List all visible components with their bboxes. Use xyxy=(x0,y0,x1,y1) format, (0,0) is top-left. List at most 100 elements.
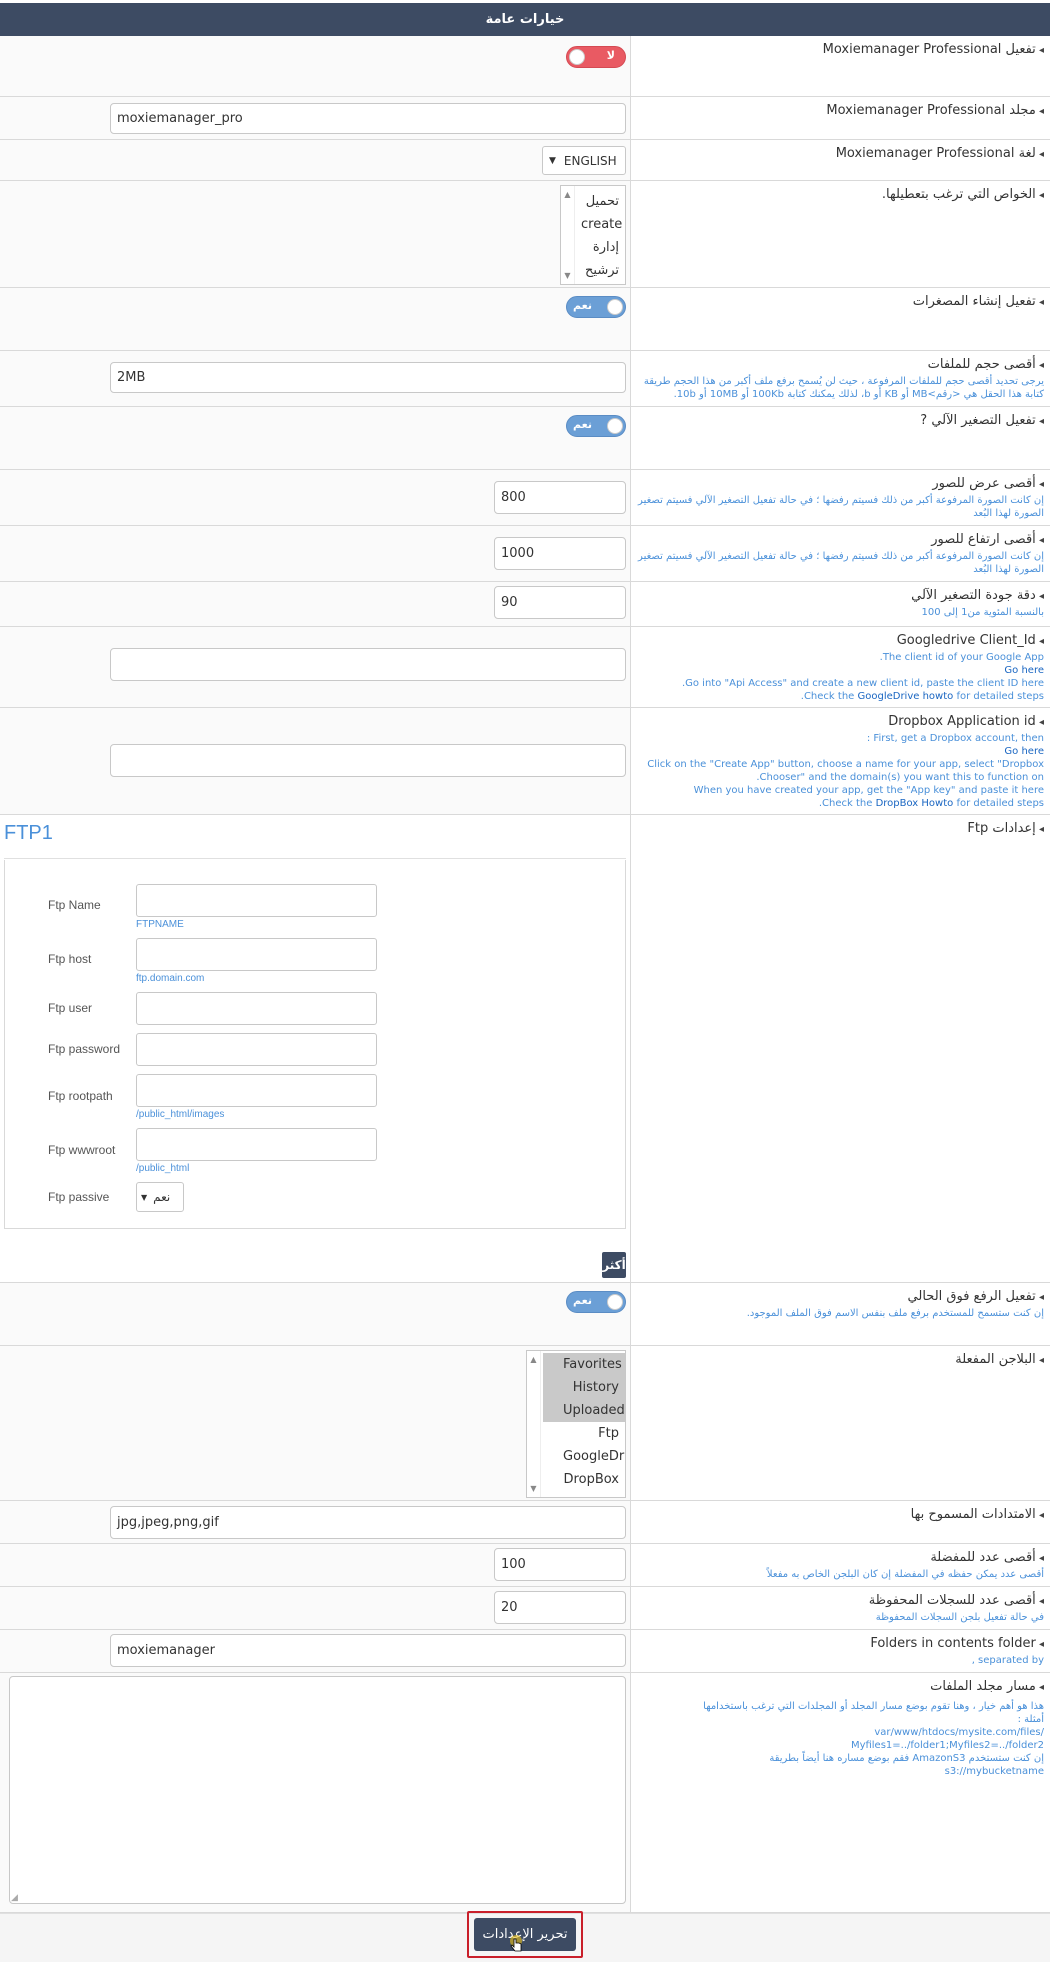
quality-input[interactable]: 90 xyxy=(494,586,626,619)
row-max-size: أقصى حجم للملفات يرجى تحديد أقصى حجم للمل… xyxy=(0,351,1050,407)
ftp-name-input[interactable] xyxy=(136,884,377,917)
ftp-passive-select[interactable]: ▼ نعم xyxy=(136,1182,184,1212)
link-text[interactable]: Go here xyxy=(1004,746,1044,757)
files-path-textarea[interactable] xyxy=(9,1676,626,1904)
dropbox-howto-link[interactable]: DropBox Howto xyxy=(876,798,954,809)
field-label: أقصى ارتفاع للصور xyxy=(637,532,1044,549)
submit-button[interactable]: تحرير الإعدادات xyxy=(474,1918,576,1951)
hand-cursor-icon xyxy=(508,1935,524,1953)
field-description: هذا هو أهم خيار ، وهنا تقوم بوضع مسار ال… xyxy=(703,1701,1044,1712)
row-label-cell: Googledrive Client_Id The client id of y… xyxy=(630,627,1050,707)
dropbox-app-id-input[interactable] xyxy=(110,744,626,777)
desc-text: Check the xyxy=(803,691,858,702)
field-description: في حالة تفعيل بلجن السجلات المحفوظة xyxy=(875,1612,1044,1623)
field-description: أمثلة : xyxy=(1017,1714,1044,1725)
list-item[interactable]: History xyxy=(543,1376,625,1399)
ftp-rootpath-input[interactable] xyxy=(136,1074,377,1107)
row-label-cell: أقصى حجم للملفات يرجى تحديد أقصى حجم للمل… xyxy=(630,351,1050,406)
ftp-user-label: Ftp user xyxy=(48,1001,93,1015)
ftp-rootpath-hint: /public_html/images xyxy=(136,1109,225,1120)
field-label: الامتدادات المسموح بها xyxy=(637,1507,1044,1524)
extensions-input[interactable]: jpg,jpeg,png,gif xyxy=(110,1506,626,1539)
ftp-user-input[interactable] xyxy=(136,992,377,1025)
scroll-down-icon: ▼ xyxy=(564,271,571,280)
field-description: إن كنت ستسمح للمستخدم برفع ملف بنفس الاس… xyxy=(746,1308,1044,1319)
field-label: مسار مجلد الملفات xyxy=(637,1679,1044,1696)
toggle-knob xyxy=(569,49,585,65)
autoresize-toggle[interactable]: نعم xyxy=(566,415,626,437)
row-disabled-features: الخواص التي ترغب بتعطيلها. ▲▼ تحميل crea… xyxy=(0,181,1050,288)
row-max-history: أقصى عدد للسجلات المحفوظة في حالة تفعيل ب… xyxy=(0,1587,1050,1630)
field-label: تفعيل الرفع فوق الحالي xyxy=(637,1289,1044,1306)
row-pro-folder: مجلد Moxiemanager Professional moxiemana… xyxy=(0,97,1050,140)
ftp-host-label: Ftp host xyxy=(48,952,92,966)
toggle-knob xyxy=(607,299,623,315)
link-text[interactable]: Go here xyxy=(1004,665,1044,676)
list-scrollbar[interactable]: ▲ ▼ xyxy=(527,1351,541,1497)
row-label-cell: تفعيل إنشاء المصغرات xyxy=(630,288,1050,350)
chevron-down-icon: ▼ xyxy=(549,155,556,166)
toggle-knob xyxy=(607,1294,623,1310)
field-description: أقصى عدد يمكن حفظه في المفضلة إن كان الب… xyxy=(766,1569,1044,1580)
scroll-up-icon: ▲ xyxy=(530,1355,537,1364)
max-size-input[interactable]: 2MB xyxy=(110,362,626,393)
row-label-cell: تفعيل التصغير الآلي ? xyxy=(630,407,1050,469)
dropbox-go-here-link[interactable]: Go here xyxy=(637,745,1044,758)
field-description: /var/www/htdocs/mysite.com/files xyxy=(874,1727,1044,1738)
googledrive-client-id-input[interactable] xyxy=(110,648,626,681)
folders-input[interactable]: moxiemanager xyxy=(110,1634,626,1667)
row-label-cell: Dropbox Application id First, get a Drop… xyxy=(630,708,1050,814)
row-max-height: أقصى ارتفاع للصور إن كانت الصورة المرفوعة… xyxy=(0,526,1050,582)
resize-handle-icon[interactable]: ◢ xyxy=(11,1893,18,1903)
row-dropbox: Dropbox Application id First, get a Drop… xyxy=(0,708,1050,815)
ftp-more-button[interactable]: أكثر xyxy=(602,1252,626,1278)
divider xyxy=(4,858,626,859)
language-select[interactable]: ▼ ENGLISH xyxy=(542,146,626,175)
list-item[interactable]: Favorites xyxy=(543,1353,625,1376)
row-extensions: الامتدادات المسموح بها jpg,jpeg,png,gif xyxy=(0,1501,1050,1544)
overwrite-toggle[interactable]: نعم xyxy=(566,1291,626,1313)
field-description: Check the GoogleDrive howto for detailed… xyxy=(637,690,1044,703)
row-label-cell: أقصى عدد للسجلات المحفوظة في حالة تفعيل ب… xyxy=(630,1587,1050,1629)
pro-folder-input[interactable]: moxiemanager_pro xyxy=(110,103,626,134)
row-quality: دقة جودة التصغير الآلي بالنسبة المئوية من… xyxy=(0,582,1050,627)
row-max-favorites: أقصى عدد للمفضلة أقصى عدد يمكن حفظه في ال… xyxy=(0,1544,1050,1587)
row-label-cell: Folders in contents folder separated by , xyxy=(630,1630,1050,1672)
max-favorites-input[interactable]: 100 xyxy=(494,1548,626,1581)
plugins-list[interactable]: ▲ ▼ Favorites History Uploaded Ftp Google… xyxy=(526,1350,626,1498)
field-label: مجلد Moxiemanager Professional xyxy=(637,103,1044,120)
list-item[interactable]: Ftp xyxy=(543,1422,625,1445)
language-value: ENGLISH xyxy=(563,153,617,168)
row-label-cell: لغة Moxiemanager Professional xyxy=(630,140,1050,180)
enable-pro-toggle[interactable]: لا xyxy=(566,46,626,68)
googledrive-howto-link[interactable]: GoogleDrive howto xyxy=(857,691,953,702)
list-item[interactable]: GoogleDrive xyxy=(543,1445,625,1468)
ftp-name-label: Ftp Name xyxy=(48,898,101,912)
thumbnails-toggle[interactable]: نعم xyxy=(566,296,626,318)
list-item[interactable]: Uploaded xyxy=(543,1399,625,1422)
disabled-features-list[interactable]: ▲ ▼ تحميل create إدارة ترشيح xyxy=(560,185,626,285)
ftp-wwwroot-input[interactable] xyxy=(136,1128,377,1161)
row-pro-lang: لغة Moxiemanager Professional ▼ ENGLISH xyxy=(0,140,1050,181)
ftp-passive-label: Ftp passive xyxy=(48,1190,110,1204)
field-description: إن كنت ستستخدم AmazonS3 فقم بوضع مساره ه… xyxy=(769,1753,1044,1764)
toggle-label: لا xyxy=(606,49,615,62)
max-history-input[interactable]: 20 xyxy=(494,1591,626,1624)
max-width-input[interactable]: 800 xyxy=(494,481,626,514)
row-label-cell: تفعيل الرفع فوق الحالي إن كنت ستسمح للمست… xyxy=(630,1283,1050,1345)
googledrive-go-here-link[interactable]: Go here xyxy=(637,664,1044,677)
field-description: يرجى تحديد أقصى حجم للملفات المرفوعة ، ح… xyxy=(643,376,1044,400)
ftp-password-input[interactable] xyxy=(136,1033,377,1066)
row-files-path: مسار مجلد الملفات هذا هو أهم خيار ، وهنا… xyxy=(0,1673,1050,1913)
max-height-input[interactable]: 1000 xyxy=(494,537,626,570)
field-label: أقصى عرض للصور xyxy=(637,476,1044,493)
list-scrollbar[interactable]: ▲ ▼ xyxy=(561,186,575,284)
field-label: إعدادات Ftp xyxy=(637,821,1044,838)
field-description: Check the DropBox Howto for detailed ste… xyxy=(637,797,1044,810)
ftp-host-input[interactable] xyxy=(136,938,377,971)
row-autoresize: تفعيل التصغير الآلي ? نعم xyxy=(0,407,1050,470)
row-thumbnails: تفعيل إنشاء المصغرات نعم xyxy=(0,288,1050,351)
field-description: s3://mybucketname xyxy=(944,1766,1044,1777)
field-description: separated by , xyxy=(971,1655,1044,1666)
list-item[interactable]: DropBox xyxy=(543,1468,625,1491)
